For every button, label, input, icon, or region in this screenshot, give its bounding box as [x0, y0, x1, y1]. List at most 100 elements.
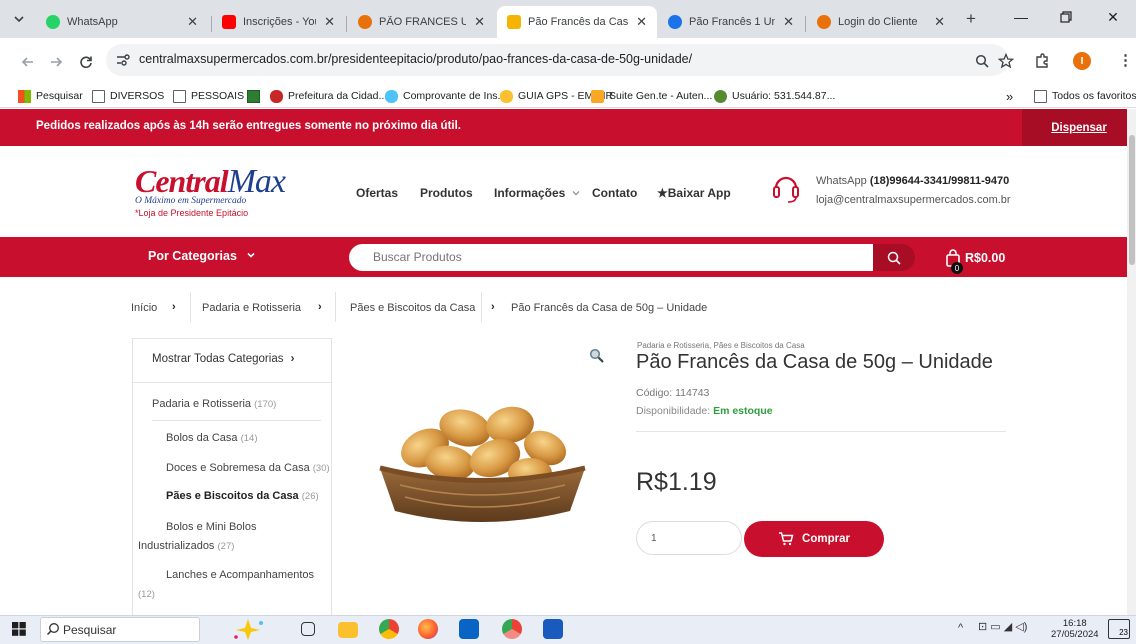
task-view-icon[interactable] [301, 622, 315, 636]
close-icon[interactable]: ✕ [636, 14, 647, 30]
restore-button[interactable] [1043, 0, 1089, 34]
breadcrumb-current: Pão Francês da Casa de 50g – Unidade [511, 302, 708, 314]
bookmarks-overflow[interactable]: » [1006, 84, 1013, 108]
scrollbar-thumb[interactable] [1129, 135, 1135, 265]
buy-button[interactable]: Comprar [744, 521, 884, 557]
site-logo[interactable]: CentralMax O Máximo em Supermercado *Loj… [135, 163, 286, 233]
all-bookmarks[interactable]: Todos os favoritos [1034, 84, 1136, 108]
tab-label: WhatsApp [67, 16, 118, 28]
tray-icons[interactable]: ⊡ ▭ ◢ ◁) [978, 620, 1027, 633]
profile-avatar[interactable]: I [1073, 52, 1091, 70]
close-icon[interactable]: ✕ [324, 14, 335, 30]
windows-start-icon[interactable] [12, 622, 26, 636]
taskbar-clock[interactable]: 16:18 27/05/2024 [1051, 618, 1099, 640]
zoom-icon[interactable] [975, 54, 989, 68]
sidebar-item-paes-biscoitos[interactable]: Pães e Biscoitos da Casa (26) [166, 490, 319, 502]
tab-pao-frances-1-unidade[interactable]: Pão Francês 1 Unidad ✕ [658, 6, 804, 38]
bookmark-pessoais[interactable]: PESSOAIS [173, 84, 244, 108]
file-explorer-icon[interactable] [338, 622, 358, 638]
notification-button[interactable]: 23 [1108, 619, 1130, 639]
bookmark-prefeitura[interactable]: Prefeitura da Cidad... [270, 84, 387, 108]
bookmark-image[interactable] [247, 84, 265, 108]
url-text[interactable]: centralmaxsupermercados.com.br/president… [139, 52, 692, 66]
sidebar-item-count: (14) [240, 433, 258, 444]
headset-icon [773, 176, 799, 203]
clock-time: 16:18 [1062, 618, 1087, 629]
nav-ofertas[interactable]: Ofertas [356, 186, 398, 200]
sparkle-icon[interactable] [228, 617, 268, 641]
arrow-right-icon [51, 57, 63, 67]
bookmark-comprovante[interactable]: Comprovante de Ins... [385, 84, 506, 108]
tray-chevron-up-icon[interactable]: ^ [958, 622, 963, 634]
bookmark-label: Usuário: 531.544.87... [732, 90, 836, 102]
tab-search-button[interactable] [8, 8, 30, 30]
nav-informacoes[interactable]: Informações [494, 186, 580, 200]
site-settings-icon[interactable] [116, 54, 130, 66]
breadcrumb-paes-biscoitos[interactable]: Pães e Biscoitos da Casa [350, 302, 475, 314]
tab-label: Login do Cliente [838, 16, 918, 28]
shopping-cart-icon [507, 15, 521, 29]
nav-contato[interactable]: Contato [592, 186, 637, 200]
nav-informacoes-label: Informações [494, 186, 566, 200]
back-button[interactable] [16, 50, 40, 74]
email-contact[interactable]: loja@centralmaxsupermercados.com.br [816, 194, 1011, 206]
categories-dropdown-label: Por Categorias [148, 249, 237, 263]
dismiss-notice-button[interactable]: Dispensar [1022, 109, 1136, 146]
search-input[interactable] [373, 250, 853, 264]
breadcrumb-padaria[interactable]: Padaria e Rotisseria [202, 302, 301, 314]
bookmark-usuario[interactable]: Usuário: 531.544.87... [714, 84, 835, 108]
sidebar-item-lanches[interactable]: Lanches e Acompanhamentos (12) [138, 566, 314, 604]
whatsapp-contact[interactable]: WhatsApp (18)99644-3341/99811-9470 [816, 175, 1009, 187]
forward-button[interactable] [44, 50, 68, 74]
firefox-icon[interactable] [418, 619, 438, 639]
minimize-button[interactable]: — [998, 0, 1044, 34]
notification-count: 23 [1119, 628, 1128, 637]
sidebar-item-padaria[interactable]: Padaria e Rotisseria (170) [152, 398, 276, 410]
show-all-categories[interactable]: Mostrar Todas Categorias › [152, 353, 295, 365]
nav-produtos[interactable]: Produtos [420, 186, 473, 200]
outlook-icon[interactable] [459, 619, 479, 639]
breadcrumb-separator: › [491, 301, 495, 313]
youtube-icon [222, 15, 236, 29]
close-icon[interactable]: ✕ [474, 14, 485, 30]
new-tab-button[interactable]: + [960, 8, 982, 30]
tab-youtube[interactable]: Inscrições - YouTube ✕ [212, 6, 345, 38]
breadcrumb-inicio[interactable]: Início [131, 302, 157, 314]
tab-whatsapp[interactable]: WhatsApp ✕ [36, 6, 208, 38]
product-categories[interactable]: Padaria e Rotisseria, Pães e Biscoitos d… [637, 341, 805, 350]
sidebar-item-bolos-casa[interactable]: Bolos da Casa (14) [166, 432, 258, 444]
reload-button[interactable] [74, 50, 98, 74]
bookmark-suite-gente[interactable]: Suite Gen.te - Auten... [591, 84, 712, 108]
extensions-icon[interactable] [1034, 53, 1050, 69]
close-icon[interactable]: ✕ [934, 14, 945, 30]
tab-pao-frances-da-casa[interactable]: Pão Francês da Casa ✕ [497, 6, 657, 38]
close-icon[interactable]: ✕ [783, 14, 794, 30]
star-icon[interactable] [998, 53, 1014, 69]
bread-basket-image [379, 406, 586, 522]
receita-icon [385, 89, 398, 103]
magnify-icon[interactable] [589, 348, 605, 364]
chrome-profile-icon[interactable] [502, 619, 522, 639]
bookmark-label: Comprovante de Ins... [403, 90, 507, 102]
logo-brand-max: Max [227, 163, 286, 200]
close-icon[interactable]: ✕ [187, 14, 198, 30]
browser-menu-icon[interactable]: ⋮ [1118, 51, 1133, 69]
close-window-button[interactable]: ✕ [1090, 0, 1136, 34]
logo-tagline: O Máximo em Supermercado [135, 196, 247, 206]
gps-icon [500, 89, 513, 103]
sidebar-item-doces[interactable]: Doces e Sobremesa da Casa (30) [166, 462, 330, 474]
search-button[interactable] [873, 244, 915, 271]
sidebar-item-label: Doces e Sobremesa da Casa [166, 462, 310, 474]
quantity-input[interactable] [636, 521, 742, 555]
folder-icon [173, 89, 186, 103]
categories-dropdown[interactable]: Por Categorias [148, 249, 256, 263]
bookmark-diversos[interactable]: DIVERSOS [92, 84, 164, 108]
chrome-icon[interactable] [379, 619, 399, 639]
sidebar-item-bolos-industrializados[interactable]: Bolos e Mini Bolos Industrializados (27) [138, 518, 257, 556]
bookmark-pesquisar[interactable]: Pesquisar [18, 84, 83, 108]
word-icon[interactable] [543, 619, 563, 639]
tab-login-cliente[interactable]: Login do Cliente ✕ [807, 6, 955, 38]
sidebar-item-label: Padaria e Rotisseria [152, 398, 252, 410]
nav-baixar-app[interactable]: ★Baixar App [657, 186, 731, 200]
tab-pao-frances-unidade[interactable]: PÃO FRANCES UNIDA ✕ [348, 6, 495, 38]
